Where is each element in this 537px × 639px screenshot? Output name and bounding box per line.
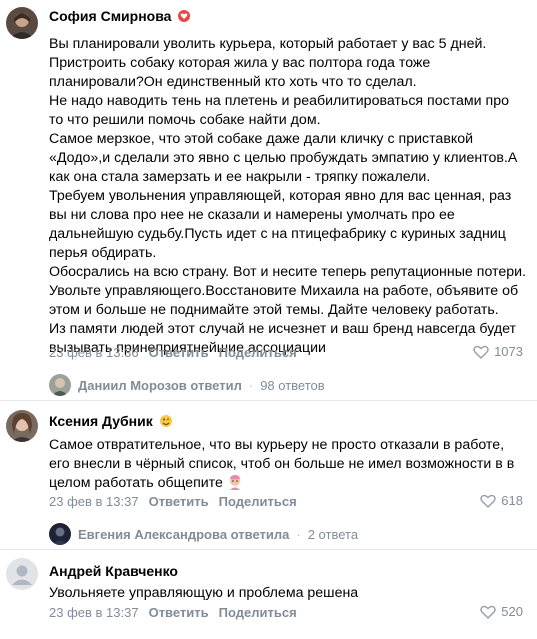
reply-button[interactable]: Ответить	[149, 345, 209, 360]
comment-line: Требуем увольнения управляющей, которая …	[49, 188, 512, 204]
comment-line: Самое мерзкое, что этой собаке даже дали…	[49, 131, 474, 147]
comment-line: его внесли в чёрный список, чтоб он боль…	[49, 456, 515, 472]
replies-count[interactable]: 2 ответа	[308, 527, 358, 542]
comment-meta: 23 фев в 13:37 Ответить Поделиться	[49, 494, 297, 509]
like-button[interactable]: 520	[480, 604, 523, 619]
reply-author[interactable]: Даниил Морозов ответил	[78, 378, 242, 393]
comment-line: перья обдирать.	[49, 245, 157, 261]
author-name[interactable]: София Смирнова	[49, 8, 171, 24]
comment-line: Увольте управляющего.Восстановите Михаил…	[49, 283, 519, 299]
comment-text: Самое отвратительное, что вы курьеру не …	[49, 436, 529, 496]
replies-count[interactable]: 98 ответов	[260, 378, 324, 393]
replies-thread[interactable]: Даниил Морозов ответил · 98 ответов	[49, 374, 325, 396]
comment-line: Обосрались на всю страну. Вот и несите т…	[49, 264, 527, 280]
comment-line: вы ни слова про нее не сказали и намерен…	[49, 207, 455, 223]
comment-line: то что решили помочь собаке найти дом.	[49, 112, 321, 128]
like-button[interactable]: 1073	[473, 344, 523, 359]
comment-line: целом работать общепите	[49, 474, 529, 496]
replies-thread[interactable]: Евгения Александрова ответила · 2 ответа	[49, 523, 358, 545]
comment-line: дальнейшую судьбу.Пусть идет с на птицеф…	[49, 226, 506, 242]
comment-date[interactable]: 23 фев в 13:37	[49, 494, 139, 509]
comment-line: Пристроить собаку которая жила у вас пол…	[49, 55, 431, 71]
comment-line: Вы планировали уволить курьера, который …	[49, 36, 487, 52]
avatar-photo-icon	[6, 7, 38, 39]
comment-line: Из памяти людей этот случай не исчезнет …	[49, 321, 517, 337]
comment-line-text: целом работать общепите	[49, 475, 223, 491]
heart-badge-icon	[177, 9, 191, 23]
author-name[interactable]: Андрей Кравченко	[49, 563, 178, 579]
reply-button[interactable]: Ответить	[149, 605, 209, 620]
comment-line: «Додо»,и сделали это явно с целью пробуж…	[49, 150, 518, 166]
divider	[0, 549, 537, 550]
comment-line: Не надо наводить тень на плетень и реаби…	[49, 93, 510, 109]
comment-date[interactable]: 23 фев в 13:37	[49, 605, 139, 620]
woman-emoji-icon	[227, 474, 243, 496]
avatar[interactable]	[6, 410, 38, 442]
default-avatar-icon	[6, 558, 38, 590]
share-button[interactable]: Поделиться	[219, 345, 297, 360]
avatar[interactable]	[6, 558, 38, 590]
like-count: 1073	[494, 344, 523, 359]
author-name[interactable]: Ксения Дубник	[49, 413, 153, 429]
comment-line: Самое отвратительное, что вы курьеру не …	[49, 437, 505, 453]
like-button[interactable]: 618	[480, 493, 523, 508]
avatar[interactable]	[6, 7, 38, 39]
comment-text: Увольняете управляющую и проблема решена	[49, 584, 529, 603]
share-button[interactable]: Поделиться	[219, 605, 297, 620]
comment-author[interactable]: София Смирнова	[49, 8, 191, 24]
comment-author[interactable]: Ксения Дубник	[49, 413, 173, 429]
comment-meta: 23 фев в 13:36 Ответить Поделиться	[49, 345, 297, 360]
comment-line: этом и больше не поднимайте этой темы. Д…	[49, 302, 499, 318]
comment-line: Увольняете управляющую и проблема решена	[49, 585, 359, 601]
reply-button[interactable]: Ответить	[149, 494, 209, 509]
heart-icon	[480, 605, 497, 619]
comment-author[interactable]: Андрей Кравченко	[49, 563, 178, 579]
comment-text: Вы планировали уволить курьера, который …	[49, 35, 529, 358]
separator-dot: ·	[296, 526, 301, 542]
comment-line: планировали?Он единственный кто хоть что…	[49, 74, 417, 90]
avatar-photo-icon	[6, 410, 38, 442]
emoji-icon	[159, 414, 173, 428]
comment-date[interactable]: 23 фев в 13:36	[49, 345, 139, 360]
reply-avatar	[49, 523, 71, 545]
comments-feed: София Смирнова Вы планировали уволить ку…	[0, 0, 537, 639]
heart-icon	[480, 494, 497, 508]
comment-meta: 23 фев в 13:37 Ответить Поделиться	[49, 605, 297, 620]
heart-icon	[473, 345, 489, 359]
comment-line: как она стала замерзать и ее накрыли - т…	[49, 169, 431, 185]
separator-dot: ·	[248, 377, 254, 393]
like-count: 618	[501, 493, 523, 508]
like-count: 520	[501, 604, 523, 619]
share-button[interactable]: Поделиться	[219, 494, 297, 509]
divider	[0, 400, 537, 401]
reply-author[interactable]: Евгения Александрова ответила	[78, 527, 289, 542]
reply-avatar	[49, 374, 71, 396]
